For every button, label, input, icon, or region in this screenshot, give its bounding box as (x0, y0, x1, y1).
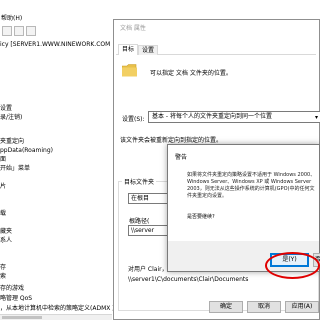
scrollbar-thumb[interactable] (2, 316, 42, 319)
tab-strip: 目标 设置 (116, 44, 316, 55)
console-toolbar (0, 24, 110, 38)
tree-item[interactable]: 片 (0, 182, 6, 191)
warning-question: 是否要继续? (187, 214, 215, 220)
tree-item[interactable]: 索 (0, 272, 6, 281)
tree-item[interactable]: 开始」菜单 (0, 164, 30, 173)
tree-item[interactable]: 藏夹 (0, 227, 12, 236)
tree-item[interactable]: 系人 (0, 236, 12, 245)
setting-hint: 该文件夹会被重新定向到指定的位置。 (120, 137, 223, 144)
highlight-annotation (265, 252, 320, 279)
example-path: \\server1\C\documents\Clair\Documents (128, 276, 249, 283)
tree-item[interactable]: 略管理 QoS (0, 294, 32, 303)
group-title: 目标文件夹 (122, 177, 157, 186)
tree-item[interactable]: 存 (0, 263, 6, 272)
warning-message: 如果将文件夹重定向策略设置不适用于 Windows 2000、Windows S… (187, 172, 316, 199)
root-path-input[interactable]: \\server (128, 225, 168, 236)
apply-button[interactable]: 应用(A) (285, 301, 319, 313)
tree-item[interactable]: 设置 (0, 104, 12, 113)
dialog-title: 警告 (175, 154, 188, 161)
folder-description: 可以指定 文档 文件夹的位置。 (150, 70, 232, 77)
menu-help[interactable]: 帮助(H) (1, 13, 22, 22)
screen: 帮助(H) icy [SERVER1.WWW.NINEWORK.COM] 设置 … (0, 0, 320, 320)
chevron-down-icon: ▾ (314, 114, 318, 121)
tab-settings[interactable]: 设置 (138, 45, 159, 55)
toolbar-button[interactable] (2, 26, 12, 36)
policy-path: icy [SERVER1.WWW.NINEWORK.COM] (0, 41, 110, 48)
toolbar-button[interactable] (26, 26, 36, 36)
setting-value: 基本 - 将每个人的文件夹重定向到同一个位置 (152, 113, 272, 120)
tree-item[interactable]: ，从本地计算机中检索的策略定义(ADMX 文件 (0, 304, 124, 313)
tree-item[interactable]: 录/注销) (0, 113, 22, 122)
window-title: 文档 属性 (120, 25, 146, 32)
location-dropdown[interactable]: 在根目 (128, 193, 168, 204)
console-menubar: 帮助(H) (0, 12, 110, 23)
tree-item[interactable]: 夹重定向 (0, 137, 24, 146)
toolbar-button[interactable] (14, 26, 24, 36)
horizontal-scrollbar[interactable] (0, 314, 112, 320)
root-path-label: 根路径( (129, 218, 150, 225)
folder-icon (122, 64, 137, 77)
tree-item[interactable]: 存的游戏 (0, 284, 24, 293)
ok-button[interactable]: 确定 (209, 301, 243, 313)
tab-target[interactable]: 目标 (118, 44, 139, 55)
properties-titlebar: 文档 属性 (114, 20, 319, 34)
setting-label: 设置(S): (122, 116, 145, 123)
cancel-button[interactable]: 取消 (247, 301, 281, 313)
tree-item[interactable]: ppData(Roaming) (0, 146, 53, 155)
tree-item[interactable]: 面 (0, 155, 6, 164)
setting-dropdown[interactable]: 基本 - 将每个人的文件夹重定向到同一个位置 ▾ (148, 111, 320, 123)
tree-item[interactable]: 载 (0, 209, 6, 218)
